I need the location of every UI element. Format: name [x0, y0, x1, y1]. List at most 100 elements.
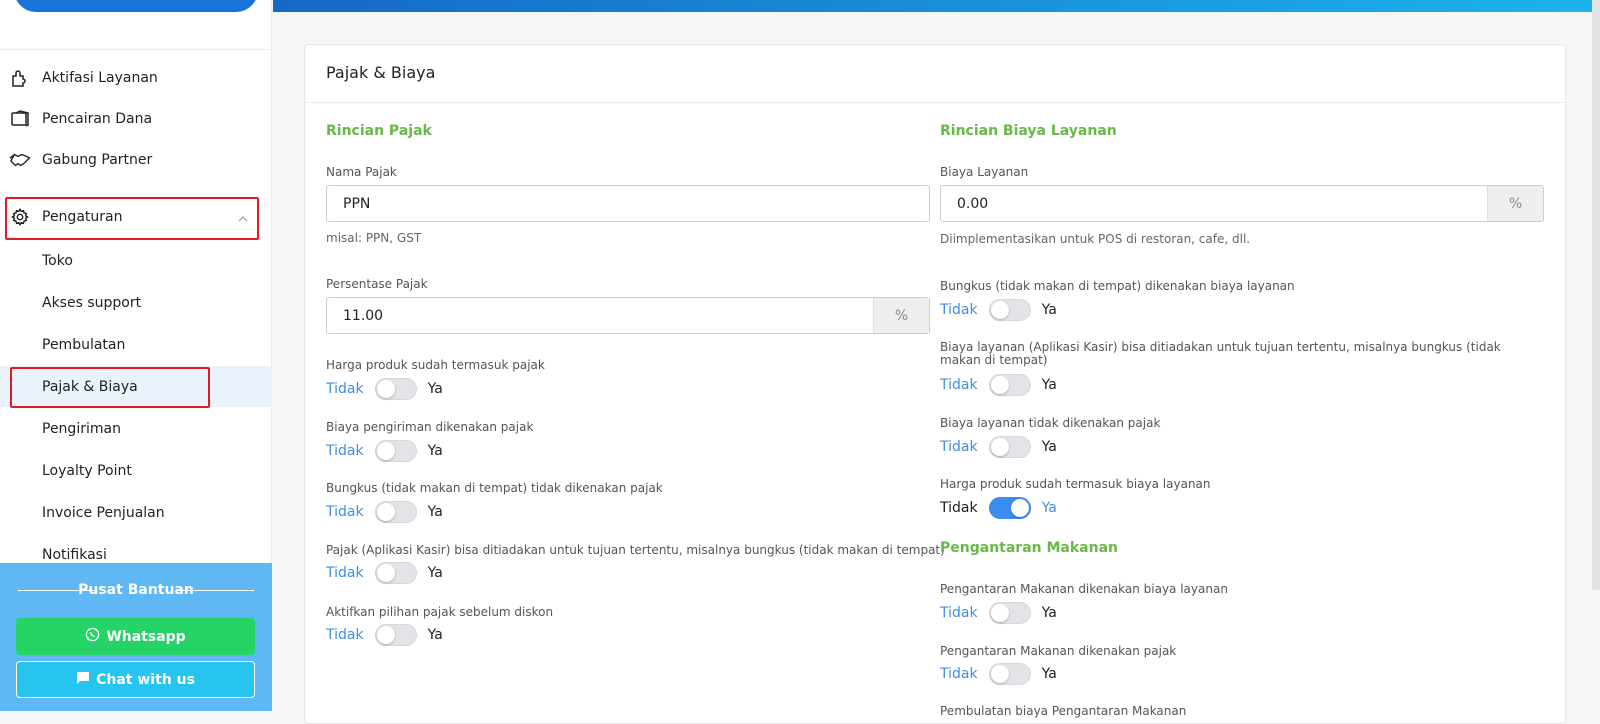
service-fee-value: 0.00 — [957, 195, 989, 212]
toggle-switch[interactable] — [988, 497, 1031, 519]
sidebar-item-label: Pembulatan — [42, 336, 126, 353]
tax-name-label: Nama Pajak — [326, 165, 397, 179]
toggle-label-partial: Pembulatan biaya Pengantaran Makanan — [940, 704, 1187, 718]
whatsapp-label: Whatsapp — [106, 628, 186, 645]
toggle-on-text: Ya — [427, 565, 443, 581]
toggle-off-text: Tidak — [326, 565, 364, 581]
chat-bubble-icon — [76, 671, 90, 689]
section-title-tax: Rincian Pajak — [326, 123, 432, 139]
sidebar-subitem-invoice-penjualan[interactable]: Invoice Penjualan — [0, 492, 272, 533]
toggle-switch[interactable] — [988, 602, 1031, 624]
toggle-off-text: Tidak — [940, 302, 978, 318]
toggle-on-text: Ya — [1041, 439, 1057, 455]
toggle-on-text: Ya — [1041, 666, 1057, 682]
toggle-switch[interactable] — [988, 663, 1031, 685]
toggle-knob — [990, 438, 1009, 456]
toggle-row: Tidak Ya — [940, 602, 1057, 624]
toggle-on-text: Ya — [427, 504, 443, 520]
page-title: Pajak & Biaya — [326, 63, 436, 82]
sidebar-item-label: Notifikasi — [42, 546, 107, 563]
tax-name-hint: misal: PPN, GST — [326, 231, 422, 245]
sidebar-item-pencairan-dana[interactable]: Pencairan Dana — [0, 98, 272, 139]
tax-percent-label: Persentase Pajak — [326, 277, 428, 291]
toggle-label: Pajak (Aplikasi Kasir) bisa ditiadakan u… — [326, 543, 945, 557]
chat-label: Chat with us — [96, 671, 195, 688]
scrollbar[interactable] — [1592, 0, 1600, 590]
toggle-label: Harga produk sudah termasuk pajak — [326, 358, 545, 372]
toggle-off-text: Tidak — [326, 381, 364, 397]
toggle-knob — [990, 665, 1009, 683]
toggle-label: Biaya pengiriman dikenakan pajak — [326, 420, 534, 434]
toggle-knob — [990, 301, 1009, 319]
sidebar-subitem-loyalty-point[interactable]: Loyalty Point — [0, 450, 272, 491]
toggle-switch[interactable] — [374, 378, 417, 400]
toggle-off-text: Tidak — [940, 666, 978, 682]
toggle-knob — [376, 564, 395, 582]
wallet-icon — [9, 108, 31, 130]
toggle-knob — [990, 604, 1009, 622]
toggle-row: Tidak Ya — [326, 624, 443, 646]
percent-suffix: % — [1487, 186, 1543, 221]
toggle-row: Tidak Ya — [940, 663, 1057, 685]
sidebar-item-label: Gabung Partner — [42, 151, 153, 168]
toggle-knob — [376, 503, 395, 521]
tax-percent-value: 11.00 — [343, 307, 384, 324]
toggle-switch[interactable] — [988, 299, 1031, 321]
tax-name-input[interactable]: PPN — [326, 185, 930, 222]
sidebar-top-button[interactable] — [14, 0, 258, 12]
tax-percent-input[interactable]: 11.00 % — [326, 297, 930, 334]
toggle-row: Tidak Ya — [940, 436, 1057, 458]
percent-suffix: % — [873, 298, 929, 333]
toggle-on-text: Ya — [1041, 302, 1057, 318]
toggle-off-text: Tidak — [940, 377, 978, 393]
header-bar — [273, 0, 1600, 12]
card-header: Pajak & Biaya — [305, 45, 1565, 103]
divider — [178, 590, 254, 591]
toggle-knob — [1010, 499, 1029, 517]
toggle-row: Tidak Ya — [940, 497, 1057, 519]
toggle-switch[interactable] — [374, 501, 417, 523]
sidebar-subitem-akses-support[interactable]: Akses support — [0, 282, 272, 323]
toggle-knob — [990, 376, 1009, 394]
toggle-label: Harga produk sudah termasuk biaya layana… — [940, 477, 1211, 491]
whatsapp-button[interactable]: Whatsapp — [16, 618, 255, 655]
toggle-switch[interactable] — [374, 624, 417, 646]
sidebar-item-aktifasi-layanan[interactable]: Aktifasi Layanan — [0, 57, 272, 98]
sidebar-subitem-pembulatan[interactable]: Pembulatan — [0, 324, 272, 365]
service-fee-hint: Diimplementasikan untuk POS di restoran,… — [940, 232, 1251, 246]
service-fee-input[interactable]: 0.00 % — [940, 185, 1544, 222]
sidebar: Aktifasi Layanan Pencairan Dana Gabung P… — [0, 0, 272, 711]
toggle-row: Tidak Ya — [940, 299, 1057, 321]
chat-button[interactable]: Chat with us — [16, 661, 255, 698]
sidebar-item-label: Invoice Penjualan — [42, 504, 165, 521]
toggle-off-text: Tidak — [326, 627, 364, 643]
toggle-row: Tidak Ya — [326, 562, 443, 584]
toggle-label: Bungkus (tidak makan di tempat) tidak di… — [326, 481, 663, 495]
toggle-label: Biaya layanan (Aplikasi Kasir) bisa diti… — [940, 340, 1501, 367]
toggle-switch[interactable] — [988, 436, 1031, 458]
whatsapp-icon — [85, 627, 100, 646]
toggle-off-text: Tidak — [940, 605, 978, 621]
toggle-row: Tidak Ya — [326, 378, 443, 400]
toggle-switch[interactable] — [374, 440, 417, 462]
toggle-switch[interactable] — [988, 374, 1031, 396]
toggle-switch[interactable] — [374, 562, 417, 584]
toggle-knob — [376, 442, 395, 460]
highlight-box — [10, 367, 210, 408]
sidebar-item-label: Aktifasi Layanan — [42, 69, 158, 86]
toggle-on-text: Ya — [427, 443, 443, 459]
toggle-off-text: Tidak — [326, 443, 364, 459]
toggle-on-text: Ya — [1041, 605, 1057, 621]
tax-name-value: PPN — [343, 195, 371, 212]
sidebar-subitem-toko[interactable]: Toko — [0, 240, 272, 281]
divider — [0, 49, 272, 50]
handshake-icon — [9, 149, 31, 171]
sidebar-subitem-pengiriman[interactable]: Pengiriman — [0, 408, 272, 449]
sidebar-item-label: Loyalty Point — [42, 462, 132, 479]
toggle-label: Biaya layanan tidak dikenakan pajak — [940, 416, 1161, 430]
toggle-on-text: Ya — [1041, 377, 1057, 393]
highlight-box — [5, 197, 259, 240]
sidebar-item-gabung-partner[interactable]: Gabung Partner — [0, 139, 272, 180]
toggle-on-text: Ya — [427, 381, 443, 397]
sidebar-item-label: Pencairan Dana — [42, 110, 153, 127]
